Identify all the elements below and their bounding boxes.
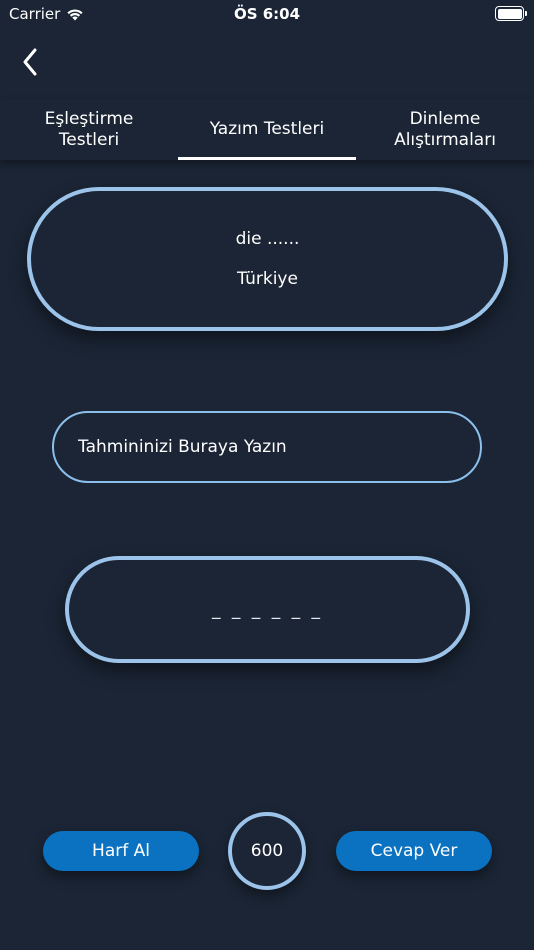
tab-writing-tests[interactable]: Yazım Testleri	[178, 100, 356, 160]
status-bar: Carrier ÖS 6:04	[0, 0, 534, 28]
submit-answer-button[interactable]: Cevap Ver	[336, 831, 492, 871]
tab-label: Yazım Testleri	[209, 118, 325, 139]
tab-label: Eşleştirme Testleri	[44, 109, 134, 150]
answer-mask-card: _ _ _ _ _ _	[65, 556, 470, 663]
score-value: 600	[250, 841, 284, 861]
tab-label: Dinleme Alıştırmaları	[394, 109, 496, 150]
score-badge: 600	[228, 812, 306, 890]
question-translation: Türkiye	[237, 269, 298, 289]
answer-mask: _ _ _ _ _ _	[211, 599, 324, 620]
chevron-left-icon	[23, 48, 37, 76]
get-letter-button[interactable]: Harf Al	[43, 831, 199, 871]
battery-icon	[495, 6, 527, 21]
back-button[interactable]	[14, 44, 46, 80]
tab-listening-exercises[interactable]: Dinleme Alıştırmaları	[356, 100, 534, 160]
question-prompt: die ......	[235, 229, 300, 249]
guess-input[interactable]	[52, 411, 482, 483]
tab-matching-tests[interactable]: Eşleştirme Testleri	[0, 100, 178, 160]
status-time: ÖS 6:04	[233, 5, 301, 23]
question-card: die ...... Türkiye	[27, 187, 508, 331]
tab-bar: Eşleştirme Testleri Yazım Testleri Dinle…	[0, 100, 534, 160]
